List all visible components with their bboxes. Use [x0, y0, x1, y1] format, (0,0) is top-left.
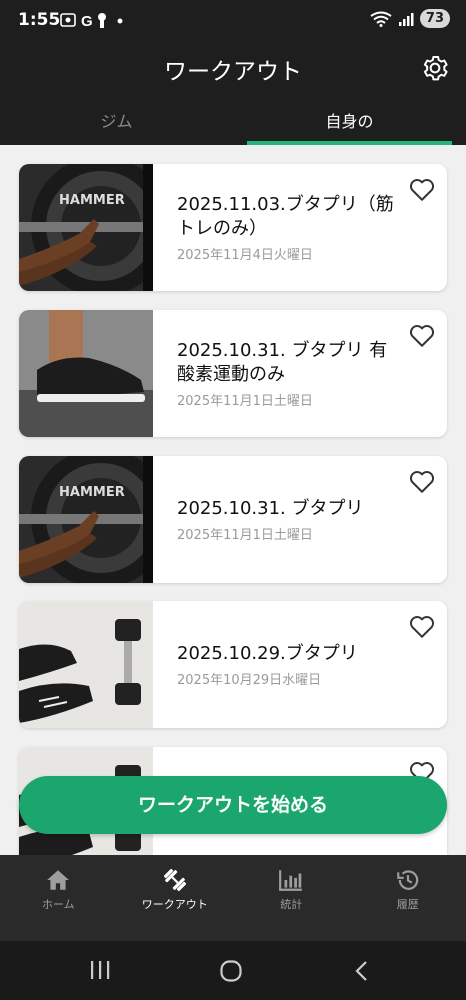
favorite-heart-icon[interactable]	[409, 178, 435, 202]
workout-card[interactable]: 2025.10.29.ブタプリ 2025年10月29日水曜日	[19, 601, 447, 728]
workout-card-body: 2025.11.03.ブタプリ（筋トレのみ） 2025年11月4日火曜日	[177, 164, 403, 291]
nav-item-history[interactable]: 履歴	[350, 855, 466, 941]
svg-text:HAMMER: HAMMER	[59, 485, 125, 500]
workout-title: 2025.11.03.ブタプリ（筋トレのみ）	[177, 193, 394, 239]
nav-label: 履歴	[396, 898, 419, 911]
status-bar: 1:55 G 73	[0, 0, 466, 42]
nav-item-stats[interactable]: 統計	[233, 855, 350, 941]
workout-title: 2025.10.31. ブタプリ 有酸素運動のみ	[177, 339, 388, 385]
page-title: ワークアウト	[164, 59, 302, 85]
svg-text:G: G	[81, 13, 99, 29]
workout-card[interactable]: HAMMER 2025.10.31. ブタプリ 2025年11月1日土曜日	[19, 456, 447, 583]
favorite-heart-icon[interactable]	[409, 470, 435, 494]
home-nav-icon[interactable]	[219, 959, 243, 983]
start-workout-button[interactable]: ワークアウトを始める	[19, 776, 447, 834]
system-nav-bar	[0, 941, 466, 1000]
workout-title: 2025.10.31. ブタプリ	[177, 497, 364, 519]
workout-card-body: 2025.10.31. ブタプリ 有酸素運動のみ 2025年11月1日土曜日	[177, 310, 403, 437]
svg-text:HAMMER: HAMMER	[59, 193, 125, 208]
favorite-heart-icon[interactable]	[409, 324, 435, 348]
stats-icon	[279, 870, 303, 891]
tab-gym[interactable]: ジム	[0, 98, 233, 145]
nav-label: ホーム	[41, 898, 75, 911]
recent-apps-icon[interactable]	[88, 959, 112, 981]
hammer-plate-thumbnail: HAMMER	[19, 164, 153, 291]
settings-gear-icon[interactable]	[420, 53, 450, 83]
nav-item-workout[interactable]: ワークアウト	[117, 855, 234, 941]
nav-label: ワークアウト	[141, 898, 208, 911]
tab-own[interactable]: 自身の	[233, 98, 466, 145]
nav-label: 統計	[280, 898, 303, 911]
workout-date: 2025年11月4日火曜日	[177, 247, 313, 263]
bottom-nav: ホーム ワークアウト 統計 履歴	[0, 855, 466, 941]
workout-card-body: 2025.10.29.ブタプリ 2025年10月29日水曜日	[177, 601, 403, 728]
sneaker-thumbnail	[19, 310, 153, 437]
workout-date: 2025年11月1日土曜日	[177, 527, 313, 543]
history-icon	[396, 870, 418, 890]
home-icon	[47, 870, 70, 890]
status-left-icons: G	[60, 11, 130, 33]
dumbbell-icon	[163, 868, 186, 892]
signal-icon	[398, 12, 414, 26]
battery-badge: 73	[419, 9, 450, 28]
tab-bar: ジム 自身の	[0, 98, 466, 145]
hammer-plate-thumbnail: HAMMER	[19, 456, 153, 583]
workout-list[interactable]: HAMMER 2025.11.03.ブタプリ（筋トレのみ） 2025年11月4日…	[0, 145, 466, 855]
workout-card[interactable]: 2025.10.31. ブタプリ 有酸素運動のみ 2025年11月1日土曜日	[19, 310, 447, 437]
back-icon[interactable]	[352, 959, 372, 983]
workout-date: 2025年11月1日土曜日	[177, 393, 313, 409]
workout-title: 2025.10.29.ブタプリ	[177, 642, 358, 664]
status-time: 1:55	[18, 10, 61, 30]
nav-item-home[interactable]: ホーム	[0, 855, 117, 941]
favorite-heart-icon[interactable]	[409, 615, 435, 639]
app-bar: ワークアウト	[0, 42, 466, 98]
wifi-icon	[370, 11, 392, 27]
dumbbell-shoes-thumbnail	[19, 601, 153, 728]
workout-date: 2025年10月29日水曜日	[177, 672, 322, 688]
workout-card-body: 2025.10.31. ブタプリ 2025年11月1日土曜日	[177, 456, 403, 583]
workout-card[interactable]: HAMMER 2025.11.03.ブタプリ（筋トレのみ） 2025年11月4日…	[19, 164, 447, 291]
notification-icons: G	[60, 13, 123, 30]
